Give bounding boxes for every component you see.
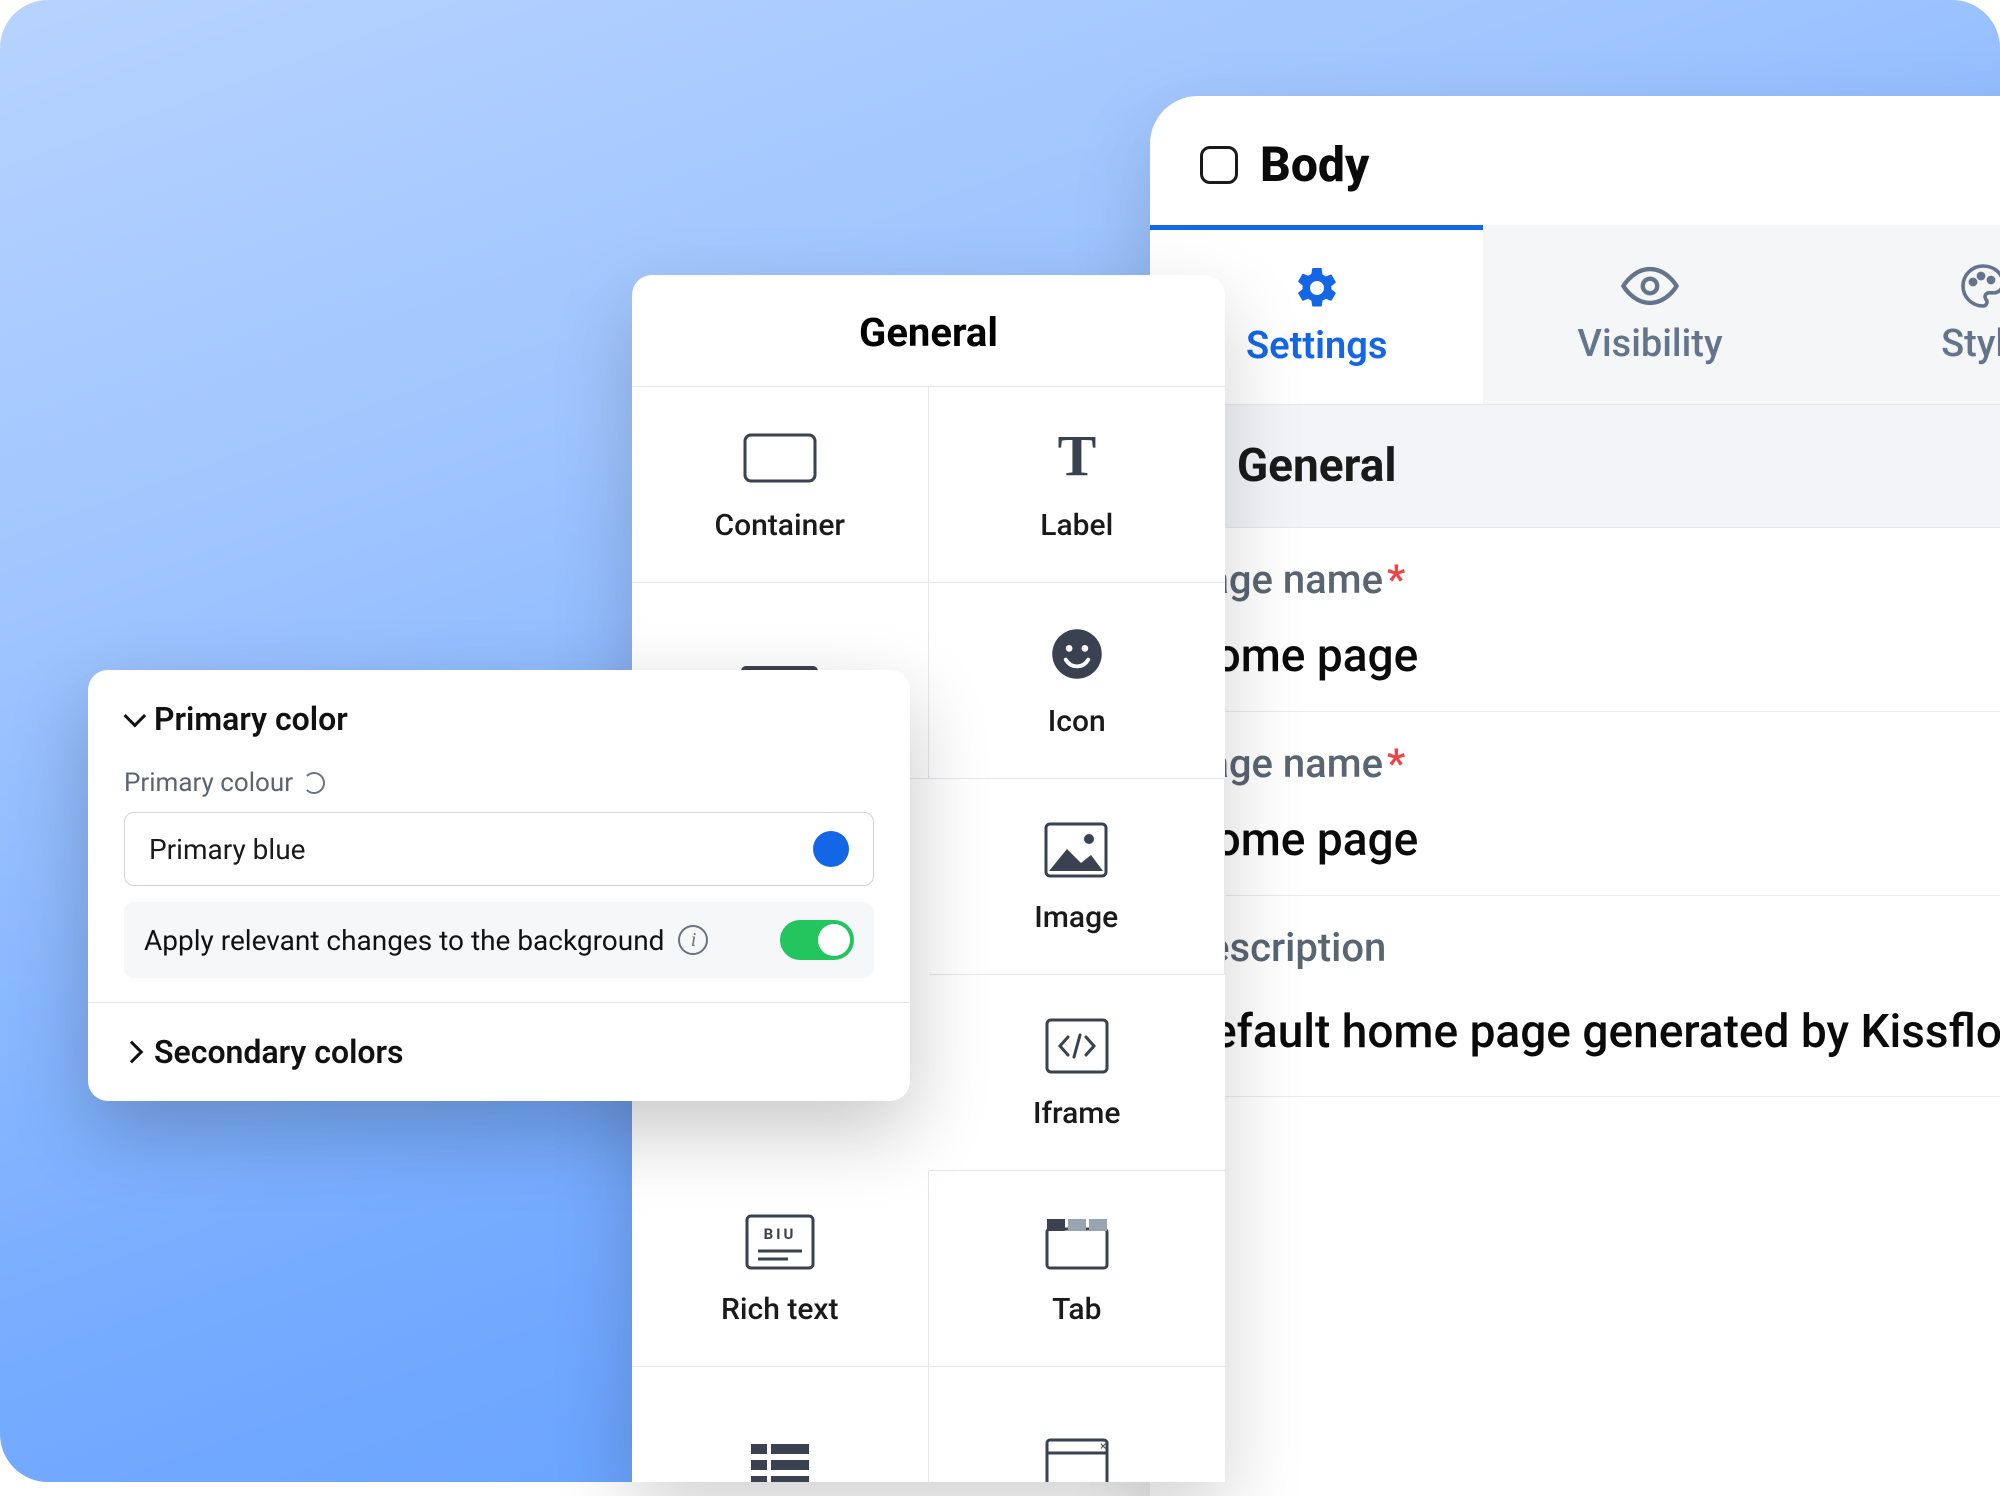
text-t-icon: T bbox=[1047, 426, 1107, 490]
page-name-input[interactable]: Home page bbox=[1182, 799, 2000, 895]
component-label: Label bbox=[1040, 508, 1113, 543]
apply-bg-label: Apply relevant changes to the background bbox=[144, 924, 664, 957]
component-label: Iframe bbox=[1033, 1096, 1121, 1131]
tab-visibility[interactable]: Visibility bbox=[1483, 225, 1816, 404]
gear-icon bbox=[1293, 266, 1341, 310]
component-label[interactable]: T Label bbox=[929, 387, 1226, 583]
tab-style[interactable]: Style bbox=[1817, 225, 2000, 404]
eye-icon bbox=[1621, 264, 1679, 308]
section-general-header[interactable]: ✓ General bbox=[1150, 405, 2000, 528]
primary-color-select[interactable]: Primary blue bbox=[124, 812, 874, 886]
tab-visibility-label: Visibility bbox=[1577, 322, 1722, 366]
field-page-name-2: Page name* Home page bbox=[1166, 712, 2000, 896]
description-input[interactable]: Default home page generated by Kissflow bbox=[1182, 983, 2000, 1096]
svg-text:T: T bbox=[1057, 431, 1096, 485]
primary-color-section-header[interactable]: Primary color bbox=[88, 670, 910, 768]
primary-colour-sublabel-text: Primary colour bbox=[124, 768, 293, 798]
list-icon bbox=[749, 1433, 811, 1483]
body-properties-panel: Body Settings Visibility Style bbox=[1150, 96, 2000, 1496]
page-name-input[interactable]: Home page bbox=[1182, 615, 2000, 711]
body-checkbox-icon[interactable] bbox=[1200, 146, 1238, 184]
palette-title: General bbox=[632, 275, 1225, 387]
apply-bg-toggle[interactable] bbox=[780, 920, 854, 960]
color-swatch bbox=[813, 831, 849, 867]
info-icon[interactable]: i bbox=[678, 925, 708, 955]
primary-color-body: Primary colour Primary blue Apply releva… bbox=[88, 768, 910, 994]
primary-colour-sublabel: Primary colour bbox=[124, 768, 874, 812]
richtext-icon: BIU bbox=[744, 1210, 816, 1274]
canvas-background: Body Settings Visibility Style bbox=[0, 0, 2000, 1482]
svg-text:×: × bbox=[1100, 1439, 1106, 1453]
field-page-name-1: Page name* Home page bbox=[1166, 528, 2000, 712]
primary-color-title: Primary color bbox=[154, 700, 348, 738]
apply-bg-label-group: Apply relevant changes to the background… bbox=[144, 924, 708, 957]
component-label: Icon bbox=[1048, 704, 1106, 739]
section-general-title: General bbox=[1237, 439, 1397, 493]
chevron-right-icon bbox=[121, 1041, 144, 1064]
svg-text:BIU: BIU bbox=[763, 1225, 796, 1243]
tab-icon bbox=[1044, 1210, 1110, 1274]
body-tabs: Settings Visibility Style bbox=[1150, 225, 2000, 405]
selected-color-name: Primary blue bbox=[149, 833, 306, 866]
fields-container: Page name* Home page Page name* Home pag… bbox=[1150, 528, 2000, 1097]
component-container[interactable]: Container bbox=[632, 387, 929, 583]
component-iframe[interactable]: Iframe bbox=[929, 975, 1226, 1171]
component-unknown-1[interactable] bbox=[632, 1367, 929, 1482]
required-asterisk: * bbox=[1383, 556, 1405, 603]
field-label: Page name* bbox=[1182, 740, 2000, 799]
code-icon bbox=[1044, 1014, 1110, 1078]
tab-settings-label: Settings bbox=[1246, 324, 1387, 368]
field-label: Description bbox=[1182, 924, 2000, 983]
component-tab[interactable]: Tab bbox=[929, 1171, 1226, 1367]
body-header: Body bbox=[1150, 96, 2000, 225]
chevron-down-icon bbox=[124, 705, 147, 728]
image-icon bbox=[1043, 818, 1109, 882]
window-icon: × bbox=[1044, 1433, 1110, 1483]
tab-style-label: Style bbox=[1941, 322, 2000, 366]
component-label: Image bbox=[1034, 900, 1118, 935]
secondary-colors-title: Secondary colors bbox=[154, 1033, 403, 1071]
required-asterisk: * bbox=[1383, 740, 1405, 787]
body-title: Body bbox=[1260, 136, 1369, 193]
smiley-icon bbox=[1050, 622, 1104, 686]
component-richtext[interactable]: BIU Rich text bbox=[632, 1171, 929, 1367]
color-settings-panel: Primary color Primary colour Primary blu… bbox=[88, 670, 910, 1101]
container-icon bbox=[743, 426, 817, 490]
component-unknown-2[interactable]: × bbox=[929, 1367, 1226, 1482]
palette-icon bbox=[1957, 264, 2000, 308]
component-label: Container bbox=[715, 508, 846, 543]
component-label: Rich text bbox=[721, 1292, 838, 1327]
component-icon[interactable]: Icon bbox=[929, 583, 1226, 779]
field-label: Page name* bbox=[1182, 556, 2000, 615]
apply-background-row: Apply relevant changes to the background… bbox=[124, 902, 874, 978]
component-image[interactable]: Image bbox=[929, 779, 1226, 975]
refresh-icon[interactable] bbox=[303, 772, 325, 794]
secondary-colors-section-header[interactable]: Secondary colors bbox=[88, 1003, 910, 1101]
field-description: Description Default home page generated … bbox=[1166, 896, 2000, 1097]
component-label: Tab bbox=[1052, 1292, 1101, 1327]
